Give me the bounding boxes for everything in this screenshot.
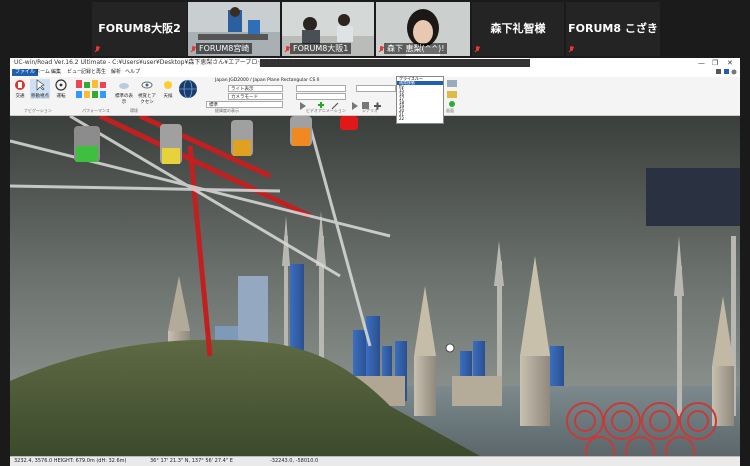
group-label-environment: 環境: [130, 108, 138, 113]
standard-select[interactable]: 標準: [206, 101, 283, 108]
light-display-select[interactable]: ライト表示: [228, 85, 283, 92]
mic-muted-icon: [474, 46, 481, 54]
participant-video-tile[interactable]: FORUM8大阪1: [282, 2, 374, 56]
traffic-icon: [15, 80, 25, 90]
participant-name: FORUM8 こざき: [568, 22, 658, 35]
group-label-video-animation: ビデオアニメーション: [306, 108, 346, 113]
eye-icon: [141, 81, 153, 89]
cloud-icon: [119, 83, 129, 89]
group-label-performance: パフォーマンス: [82, 108, 110, 113]
standard-view-button[interactable]: 標準の表示: [114, 79, 134, 105]
scenario-select[interactable]: [356, 85, 396, 92]
participant-video-tile[interactable]: 森下 恵梨(^^)!: [376, 2, 470, 56]
3d-viewport[interactable]: [10, 116, 740, 456]
zoom-participant-strip: FORUM8大阪2 FORUM8宮崎 FORUM8大阪1 森下 恵梨(^^)! …: [0, 0, 750, 58]
title-bar: UC-win/Road Ver.16.2 Ultimate - C:¥Users…: [10, 58, 740, 68]
uc-win-road-window: UC-win/Road Ver.16.2 Ultimate - C:¥Users…: [10, 58, 740, 466]
participant-tile[interactable]: FORUM8大阪2: [92, 2, 187, 56]
camera-mode-select[interactable]: カメラモード: [228, 93, 283, 100]
participant-tile[interactable]: FORUM8 こざき: [566, 2, 660, 56]
mic-muted-icon: [94, 46, 101, 54]
speed-dropdown-list[interactable]: フライスルー 通常移動 fly 15 16 17 18 19 20 21 22: [396, 76, 444, 124]
group-label-navigation: ナビゲーション: [24, 108, 52, 113]
tab-help[interactable]: ヘルプ: [122, 69, 143, 76]
globe-icon: [179, 79, 197, 99]
participant-video-tile[interactable]: FORUM8宮崎: [188, 2, 280, 56]
hand-cursor-icon: [445, 343, 455, 353]
participant-label: FORUM8大阪1: [290, 43, 352, 54]
quick-access-icons[interactable]: [715, 68, 739, 76]
participant-tile[interactable]: 森下礼智様: [472, 2, 564, 56]
coordinate-system-label: Japan JGD2000 / Japan Plane Rectangular …: [215, 78, 320, 83]
participant-label: FORUM8宮崎: [196, 43, 253, 54]
maximize-button[interactable]: ❐: [712, 58, 718, 68]
overlay-panel: [646, 168, 740, 226]
participant-name: FORUM8大阪2: [98, 22, 181, 35]
weather-icon: [164, 81, 172, 89]
tab-edit[interactable]: 編集: [48, 69, 64, 76]
screen-icons[interactable]: [446, 79, 460, 109]
traffic-button[interactable]: 交通: [12, 79, 28, 99]
title-search-box[interactable]: [260, 59, 530, 67]
3d-scene: [10, 116, 740, 456]
weather-button[interactable]: 天候: [160, 79, 176, 99]
performance-icons: [76, 80, 106, 98]
participant-name: 森下礼智様: [490, 22, 546, 35]
menu-bar: ファイル ホーム 編集 ビュー 記録と再生 解析 ヘルプ: [10, 68, 740, 77]
moving-viewpoint-button[interactable]: 移動視点: [30, 79, 50, 99]
group-label-screen: 画面: [446, 108, 454, 113]
animation-select-2[interactable]: [296, 93, 346, 100]
mic-muted-icon: [568, 46, 575, 54]
minimize-button[interactable]: —: [698, 58, 705, 68]
cursor-icon: [36, 79, 45, 91]
ribbon-toolbar: 交通 移動視点 運転 ナビゲーション パフォーマンス 標準の表示 視覚とアクセシ…: [10, 69, 740, 116]
dropdown-item[interactable]: 22: [397, 117, 443, 121]
animation-select[interactable]: [296, 85, 346, 92]
group-label-latlon: 経緯度の表示: [215, 108, 239, 113]
group-label-scenario: シナリオ: [362, 108, 378, 113]
steering-wheel-icon: [55, 79, 67, 91]
participant-label: 森下 恵梨(^^)!: [384, 43, 448, 54]
tab-record-play[interactable]: 記録と再生: [78, 69, 109, 76]
close-button[interactable]: ✕: [727, 58, 733, 68]
visual-access-button[interactable]: 視覚とアクセシ: [136, 79, 158, 105]
drive-button[interactable]: 運転: [52, 79, 70, 99]
